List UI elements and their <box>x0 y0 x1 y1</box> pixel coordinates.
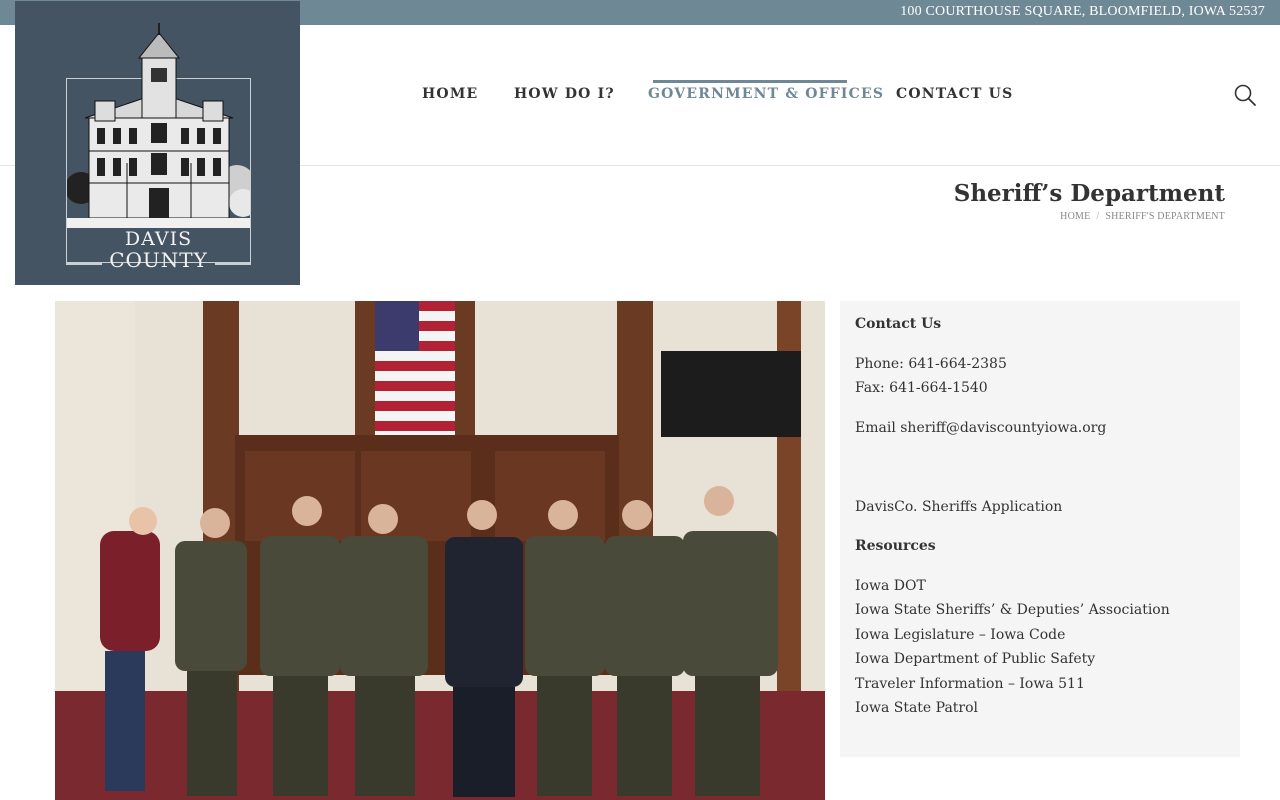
breadcrumb-home[interactable]: HOME <box>1060 211 1090 222</box>
nav-item-how-do-i[interactable]: HOW DO I? <box>514 86 615 102</box>
phone-text: Phone: 641-664-2385 <box>855 356 1007 372</box>
address-text: 100 COURTHOUSE SQUARE, BLOOMFIELD, IOWA … <box>900 4 1265 19</box>
logo-rule-right <box>215 263 251 265</box>
courthouse-illustration <box>67 23 250 228</box>
site-logo[interactable]: DAVIS COUNTY <box>15 1 300 285</box>
contact-heading: Contact Us <box>855 316 942 332</box>
sheriffs-application-link[interactable]: DavisCo. Sheriffs Application <box>855 499 1062 515</box>
breadcrumb-separator: / <box>1096 211 1100 222</box>
nav-item-contact-us[interactable]: CONTACT US <box>896 86 1013 102</box>
resource-link-sheriffs-association[interactable]: Iowa State Sheriffs’ & Deputies’ Associa… <box>855 602 1170 618</box>
staff-photo-illustration <box>55 301 825 800</box>
fax-text: Fax: 641-664-1540 <box>855 380 988 396</box>
nav-item-home[interactable]: HOME <box>422 86 478 102</box>
nav-active-indicator <box>653 80 847 83</box>
resource-link-iowa-dot[interactable]: Iowa DOT <box>855 578 926 594</box>
resource-link-public-safety[interactable]: Iowa Department of Public Safety <box>855 651 1095 667</box>
resource-link-state-patrol[interactable]: Iowa State Patrol <box>855 700 978 716</box>
logo-text-davis: DAVIS <box>124 228 193 250</box>
contact-sidebar: Contact Us Phone: 641-664-2385 Fax: 641-… <box>840 301 1240 757</box>
resource-link-iowa-legislature[interactable]: Iowa Legislature – Iowa Code <box>855 627 1065 643</box>
email-link[interactable]: Email sheriff@daviscountyiowa.org <box>855 420 1106 436</box>
search-icon[interactable] <box>1233 83 1257 107</box>
logo-text-county: COUNTY <box>109 248 208 272</box>
resources-heading: Resources <box>855 538 936 554</box>
resource-link-traveler-info[interactable]: Traveler Information – Iowa 511 <box>855 676 1085 692</box>
page-title: Sheriff’s Department <box>953 180 1225 207</box>
nav-item-government-offices[interactable]: GOVERNMENT & OFFICES <box>648 86 884 102</box>
sheriff-staff-photo <box>55 301 825 800</box>
breadcrumb-current: SHERIFF'S DEPARTMENT <box>1105 211 1225 222</box>
breadcrumb: HOME / SHERIFF'S DEPARTMENT <box>1060 211 1225 222</box>
